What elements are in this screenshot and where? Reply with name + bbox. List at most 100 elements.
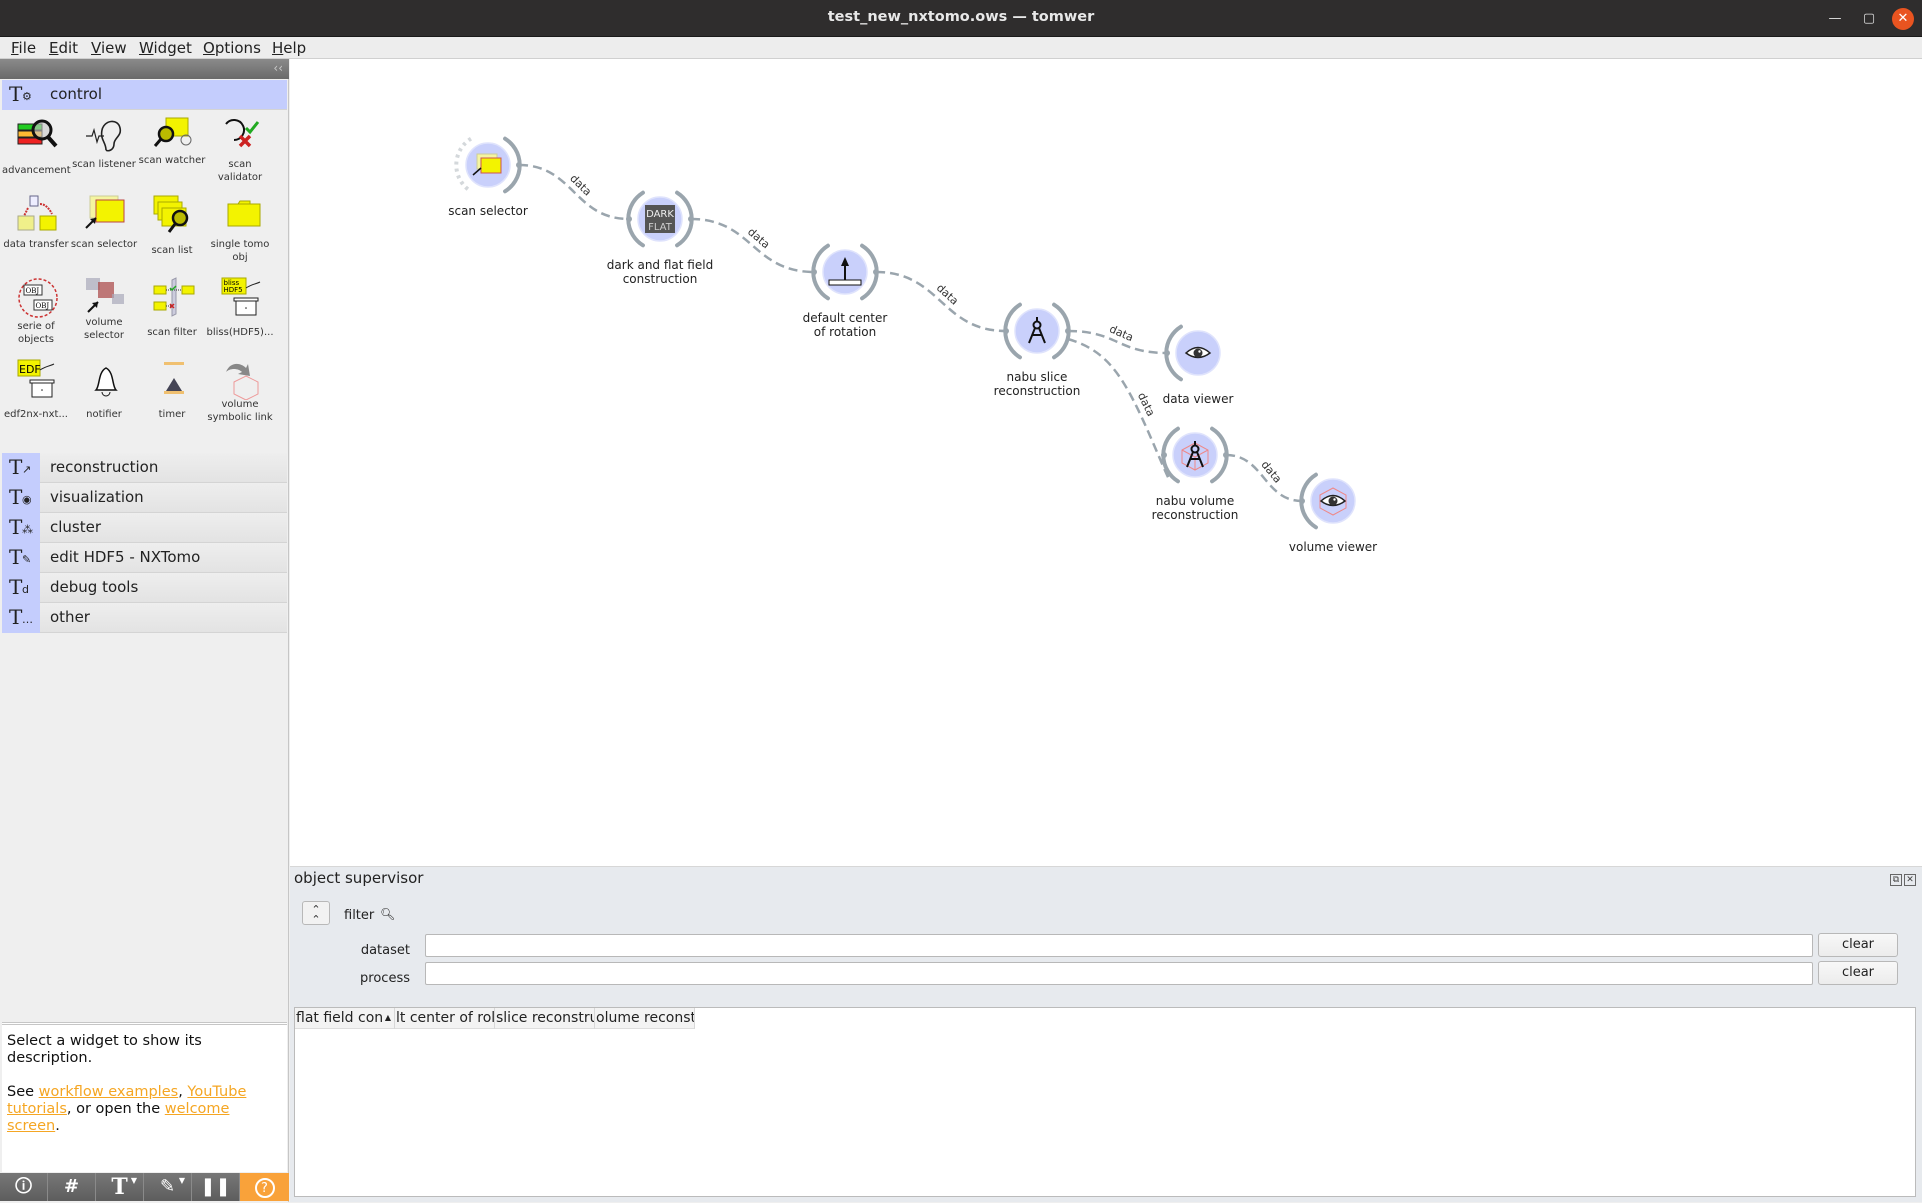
arrow-annotation-button[interactable]: ✎ ▼ (144, 1173, 192, 1201)
widget-label: scan watcher (138, 155, 206, 166)
float-panel-button[interactable]: ⧉ (1890, 874, 1902, 886)
category-debug-tools[interactable]: Td debug tools (2, 573, 287, 603)
text-annotation-button[interactable]: T ▼ (96, 1173, 144, 1201)
collapse-chevron-icon[interactable]: ‹‹ (273, 61, 283, 75)
widget-label: volume symbolic link (207, 399, 273, 423)
category-reconstruction[interactable]: T ↗ reconstruction (2, 453, 287, 483)
category-label: debug tools (50, 578, 139, 596)
workflow-examples-link[interactable]: workflow examples (39, 1084, 179, 1100)
tomwer-debug-icon: Td (2, 573, 40, 603)
close-button[interactable]: ✕ (1892, 8, 1914, 30)
tomwer-hammer-icon: T ↗ (2, 453, 40, 483)
dataset-clear-button[interactable]: clear (1818, 933, 1898, 957)
category-edit-hdf5-nxtomo[interactable]: T ✎ edit HDF5 - NXTomo (2, 543, 287, 573)
widget-serie-of-objects[interactable]: OBJ OBJ serie of objects (2, 272, 70, 354)
info-button[interactable]: 🛈 (0, 1173, 48, 1201)
close-panel-button[interactable]: ✕ (1904, 874, 1916, 886)
volume-cubes-pointer-icon (86, 278, 124, 313)
widget-label: scan list (151, 245, 193, 256)
palette-collapse-bar[interactable]: ‹‹ (0, 59, 289, 79)
process-clear-button[interactable]: clear (1818, 961, 1898, 985)
category-visualization[interactable]: T ◉ visualization (2, 483, 287, 513)
dropdown-arrow-icon: ▼ (130, 1176, 137, 1185)
widget-notifier[interactable]: notifier (70, 354, 138, 436)
widget-edf2nx[interactable]: EDF edf2nx-nxt... (2, 354, 70, 436)
menu-edit[interactable]: Edit (49, 39, 78, 57)
node-default-cor[interactable] (811, 243, 879, 301)
dataset-label: dataset (360, 943, 410, 958)
widget-scan-listener[interactable]: scan listener (70, 110, 138, 192)
panel-buttons: ⧉ ✕ (1888, 872, 1916, 886)
widget-description: Select a widget to show its description.… (2, 1022, 287, 1172)
menu-view[interactable]: View (91, 39, 127, 57)
widget-data-transfer[interactable]: data transfer (2, 190, 70, 272)
node-label: default center of rotation (802, 311, 888, 339)
menu-options[interactable]: Options (203, 39, 261, 57)
menu-widget[interactable]: Widget (139, 39, 192, 57)
grid-icon: # (63, 1176, 80, 1197)
folder-pointer-icon (472, 153, 502, 176)
hourglass-icon (164, 362, 184, 394)
maximize-button[interactable]: ▢ (1858, 8, 1880, 30)
widget-timer[interactable]: timer (138, 354, 206, 436)
widget-scan-selector[interactable]: scan selector (70, 190, 138, 272)
node-label: scan selector (448, 204, 528, 218)
node-data-viewer[interactable] (1164, 324, 1221, 382)
double-chevron-up-icon: ⌃ ⌃ (311, 903, 321, 926)
node-label: volume viewer (1288, 540, 1378, 554)
svg-text:OBJ: OBJ (26, 287, 40, 295)
widget-scan-watcher[interactable]: scan watcher (138, 110, 206, 192)
grid-button[interactable]: # (48, 1173, 96, 1201)
folders-filter-icon (153, 277, 195, 317)
category-label: cluster (50, 518, 102, 536)
description-text: See (7, 1084, 39, 1100)
bell-icon (94, 367, 118, 397)
widget-advancement[interactable]: advancement (2, 110, 71, 192)
menu-file[interactable]: File (11, 39, 36, 57)
node-dark-flat[interactable]: DARK FLAT (626, 190, 694, 248)
widget-scan-list[interactable]: scan list (138, 190, 206, 272)
folders-magnifier-icon (153, 195, 189, 233)
widget-volume-selector[interactable]: volume selector (70, 272, 138, 354)
column-header[interactable]: lt center of rol (395, 1008, 495, 1029)
link-default-cor-to-nabu-slice[interactable] (875, 270, 1007, 333)
obj-series-icon: OBJ OBJ (18, 278, 58, 318)
widget-label: notifier (86, 409, 122, 420)
category-other[interactable]: T… other (2, 603, 287, 633)
collapse-filter-button[interactable]: ⌃ ⌃ (302, 901, 330, 925)
widget-palette: ‹‹ T⚙ control advancement scan listener (0, 59, 289, 1202)
dataset-filter-input[interactable] (425, 934, 1813, 957)
widget-volume-symbolic-link[interactable]: volume symbolic link (206, 354, 274, 436)
window-title: test_new_nxtomo.ows — tomwer (827, 9, 1095, 25)
help-button[interactable]: ? (240, 1173, 289, 1201)
node-nabu-slice[interactable] (1003, 302, 1071, 360)
widget-bliss-hdf5[interactable]: bliss HDF5 bliss(HDF5)... (206, 272, 274, 354)
object-supervisor-panel: object supervisor ⧉ ✕ ⌃ ⌃ filter 🔍︎ datase… (290, 866, 1922, 1202)
progress-bars-magnifier-icon (17, 119, 58, 148)
minimize-button[interactable]: — (1824, 8, 1846, 30)
workflow-canvas[interactable]: data data data data data data DARK FLAT scan se… (290, 59, 1922, 866)
column-header[interactable]: slice reconstru (495, 1008, 595, 1029)
pause-button[interactable]: ❚❚ (192, 1173, 240, 1201)
column-header[interactable]: olume reconst (595, 1008, 695, 1029)
description-text: . (55, 1118, 60, 1134)
tomwer-pencil-icon: T ✎ (2, 543, 40, 573)
widget-scan-validator[interactable]: scan validator (206, 110, 274, 192)
process-filter-input[interactable] (425, 962, 1813, 985)
node-label: dark and flat field construction (606, 258, 714, 286)
workflow-graph: datadatadatadatadatadataDARKFLAT (454, 136, 1356, 530)
canvas-toolbar: 🛈 # T ▼ ✎ ▼ ❚❚ ? (0, 1173, 289, 1201)
menu-help[interactable]: Help (272, 39, 306, 57)
node-volume-viewer[interactable] (1299, 472, 1356, 530)
dropdown-arrow-icon: ▼ (178, 1176, 185, 1185)
sort-ascending-icon: ▲ (384, 1008, 391, 1028)
supervisor-table[interactable]: flat field con ▲ lt center of rol slice r… (294, 1007, 1916, 1197)
node-nabu-volume[interactable] (1161, 426, 1229, 484)
node-scan-selector[interactable] (454, 136, 522, 194)
column-header[interactable]: flat field con ▲ (295, 1008, 395, 1029)
category-control[interactable]: T ⚙ control (2, 80, 287, 110)
category-cluster[interactable]: T ⁂ cluster (2, 513, 287, 543)
node-label: nabu slice reconstruction (993, 370, 1081, 398)
widget-scan-filter[interactable]: scan filter (138, 272, 206, 354)
widget-single-tomo-obj[interactable]: single tomo obj (206, 190, 274, 272)
